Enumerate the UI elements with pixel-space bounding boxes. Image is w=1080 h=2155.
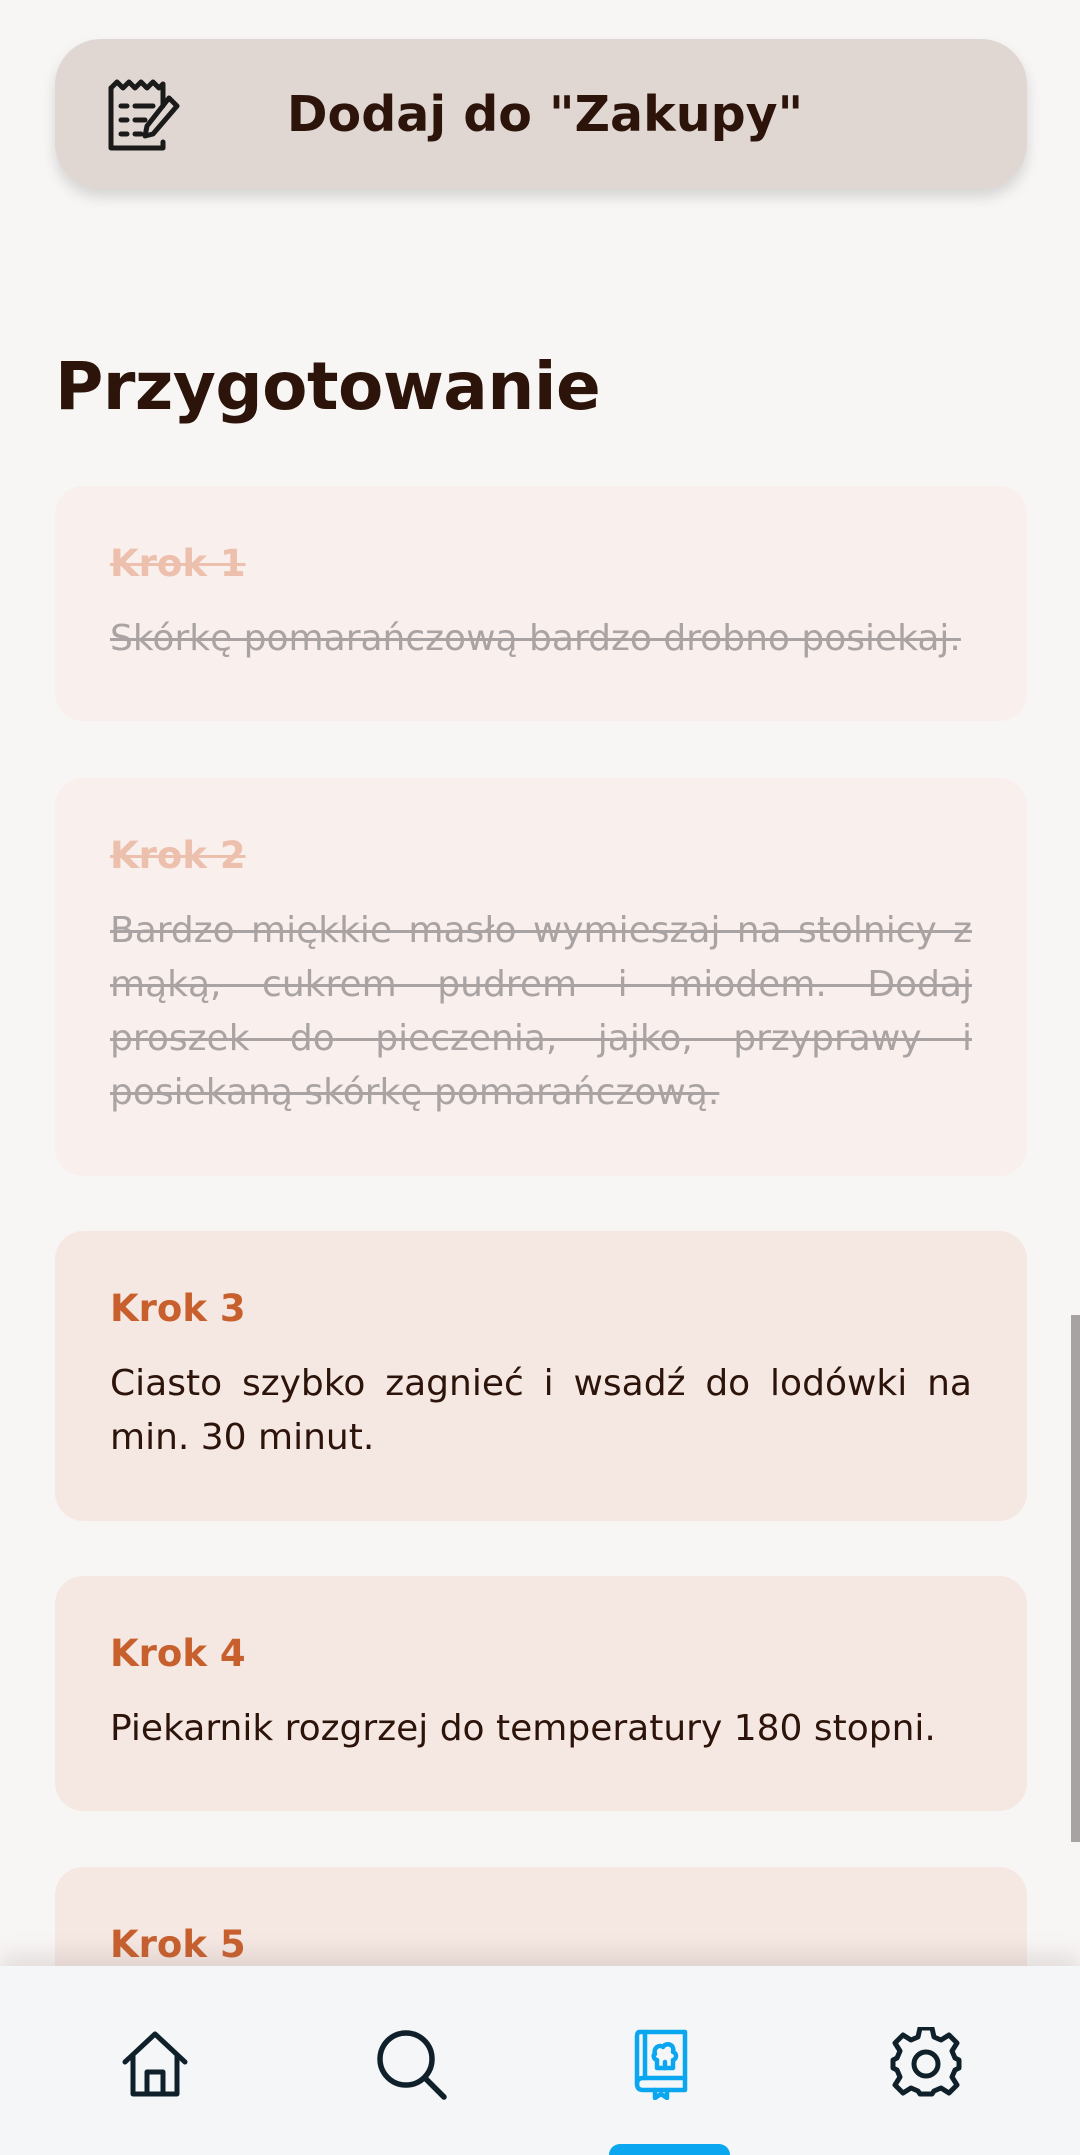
step-text: Bardzo miękkie masło wymieszaj na stolni…	[110, 910, 972, 1113]
nav-home[interactable]	[115, 2026, 195, 2106]
section-title: Przygotowanie	[55, 348, 601, 425]
step-text: Ciasto szybko zagnieć i wsadź do lodówki…	[110, 1363, 972, 1458]
scrollbar[interactable]	[1071, 1315, 1080, 1842]
bottom-navigation	[0, 1966, 1080, 2155]
step-title: Krok 3	[110, 1287, 246, 1330]
step-title: Krok 2	[110, 834, 246, 877]
step-title: Krok 4	[110, 1632, 246, 1675]
home-icon	[119, 2028, 191, 2104]
notepad-edit-icon	[105, 76, 181, 152]
nav-settings[interactable]	[886, 2025, 966, 2106]
recipe-book-icon	[631, 2028, 691, 2104]
gear-icon	[889, 2025, 963, 2105]
nav-search[interactable]	[371, 2026, 451, 2106]
step-card-1[interactable]: Krok 1 Skórkę pomarańczową bardzo drobno…	[55, 486, 1027, 721]
add-to-shopping-list-button[interactable]: Dodaj do "Zakupy"	[55, 39, 1027, 189]
step-title: Krok 5	[110, 1923, 246, 1966]
add-to-shopping-list-label: Dodaj do "Zakupy"	[286, 85, 804, 143]
step-card-3[interactable]: Krok 3 Ciasto szybko zagnieć i wsadź do …	[55, 1231, 1027, 1521]
step-text: Piekarnik rozgrzej do temperatury 180 st…	[110, 1708, 936, 1749]
active-tab-indicator	[609, 2144, 730, 2155]
step-text: Skórkę pomarańczową bardzo drobno posiek…	[110, 618, 961, 659]
step-card-4[interactable]: Krok 4 Piekarnik rozgrzej do temperatury…	[55, 1576, 1027, 1811]
recipe-page: Dodaj do "Zakupy" Przygotowanie Krok 1 S…	[0, 0, 1080, 2155]
nav-recipes[interactable]	[621, 2026, 701, 2106]
step-title: Krok 1	[110, 542, 246, 585]
step-card-2[interactable]: Krok 2 Bardzo miękkie masło wymieszaj na…	[55, 778, 1027, 1176]
search-icon	[374, 2027, 448, 2105]
